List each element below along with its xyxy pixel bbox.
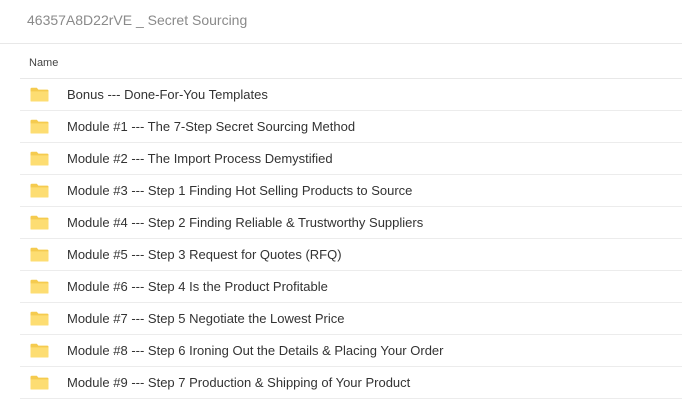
folder-icon — [30, 247, 49, 262]
folder-icon — [30, 87, 49, 102]
file-rows: Bonus --- Done-For-You Templates Module #… — [20, 79, 682, 399]
column-header-row: Name — [20, 46, 682, 79]
file-list: Name Bonus --- Done-For-You Templates Mod… — [20, 46, 682, 399]
folder-row[interactable]: Module #5 --- Step 3 Request for Quotes … — [20, 239, 682, 271]
folder-row[interactable]: Module #6 --- Step 4 Is the Product Prof… — [20, 271, 682, 303]
folder-name[interactable]: Module #6 --- Step 4 Is the Product Prof… — [67, 279, 328, 294]
folder-title: 46357A8D22rVE _ Secret Sourcing — [27, 12, 248, 28]
folder-name[interactable]: Module #8 --- Step 6 Ironing Out the Det… — [67, 343, 443, 358]
folder-name[interactable]: Module #3 --- Step 1 Finding Hot Selling… — [67, 183, 412, 198]
folder-row[interactable]: Module #1 --- The 7-Step Secret Sourcing… — [20, 111, 682, 143]
folder-name[interactable]: Module #1 --- The 7-Step Secret Sourcing… — [67, 119, 355, 134]
folder-name[interactable]: Bonus --- Done-For-You Templates — [67, 87, 268, 102]
header-bar: 46357A8D22rVE _ Secret Sourcing — [0, 0, 682, 44]
folder-name[interactable]: Module #5 --- Step 3 Request for Quotes … — [67, 247, 342, 262]
folder-name[interactable]: Module #7 --- Step 5 Negotiate the Lowes… — [67, 311, 344, 326]
folder-row[interactable]: Module #9 --- Step 7 Production & Shippi… — [20, 367, 682, 399]
folder-icon — [30, 375, 49, 390]
folder-name[interactable]: Module #4 --- Step 2 Finding Reliable & … — [67, 215, 423, 230]
folder-name[interactable]: Module #2 --- The Import Process Demysti… — [67, 151, 333, 166]
folder-icon — [30, 151, 49, 166]
folder-icon — [30, 119, 49, 134]
folder-row[interactable]: Module #7 --- Step 5 Negotiate the Lowes… — [20, 303, 682, 335]
folder-icon — [30, 279, 49, 294]
folder-row[interactable]: Module #3 --- Step 1 Finding Hot Selling… — [20, 175, 682, 207]
folder-icon — [30, 343, 49, 358]
folder-row[interactable]: Bonus --- Done-For-You Templates — [20, 79, 682, 111]
column-header-name[interactable]: Name — [29, 57, 58, 69]
folder-row[interactable]: Module #2 --- The Import Process Demysti… — [20, 143, 682, 175]
folder-name[interactable]: Module #9 --- Step 7 Production & Shippi… — [67, 375, 410, 390]
folder-icon — [30, 183, 49, 198]
folder-icon — [30, 311, 49, 326]
folder-row[interactable]: Module #4 --- Step 2 Finding Reliable & … — [20, 207, 682, 239]
folder-icon — [30, 215, 49, 230]
folder-row[interactable]: Module #8 --- Step 6 Ironing Out the Det… — [20, 335, 682, 367]
